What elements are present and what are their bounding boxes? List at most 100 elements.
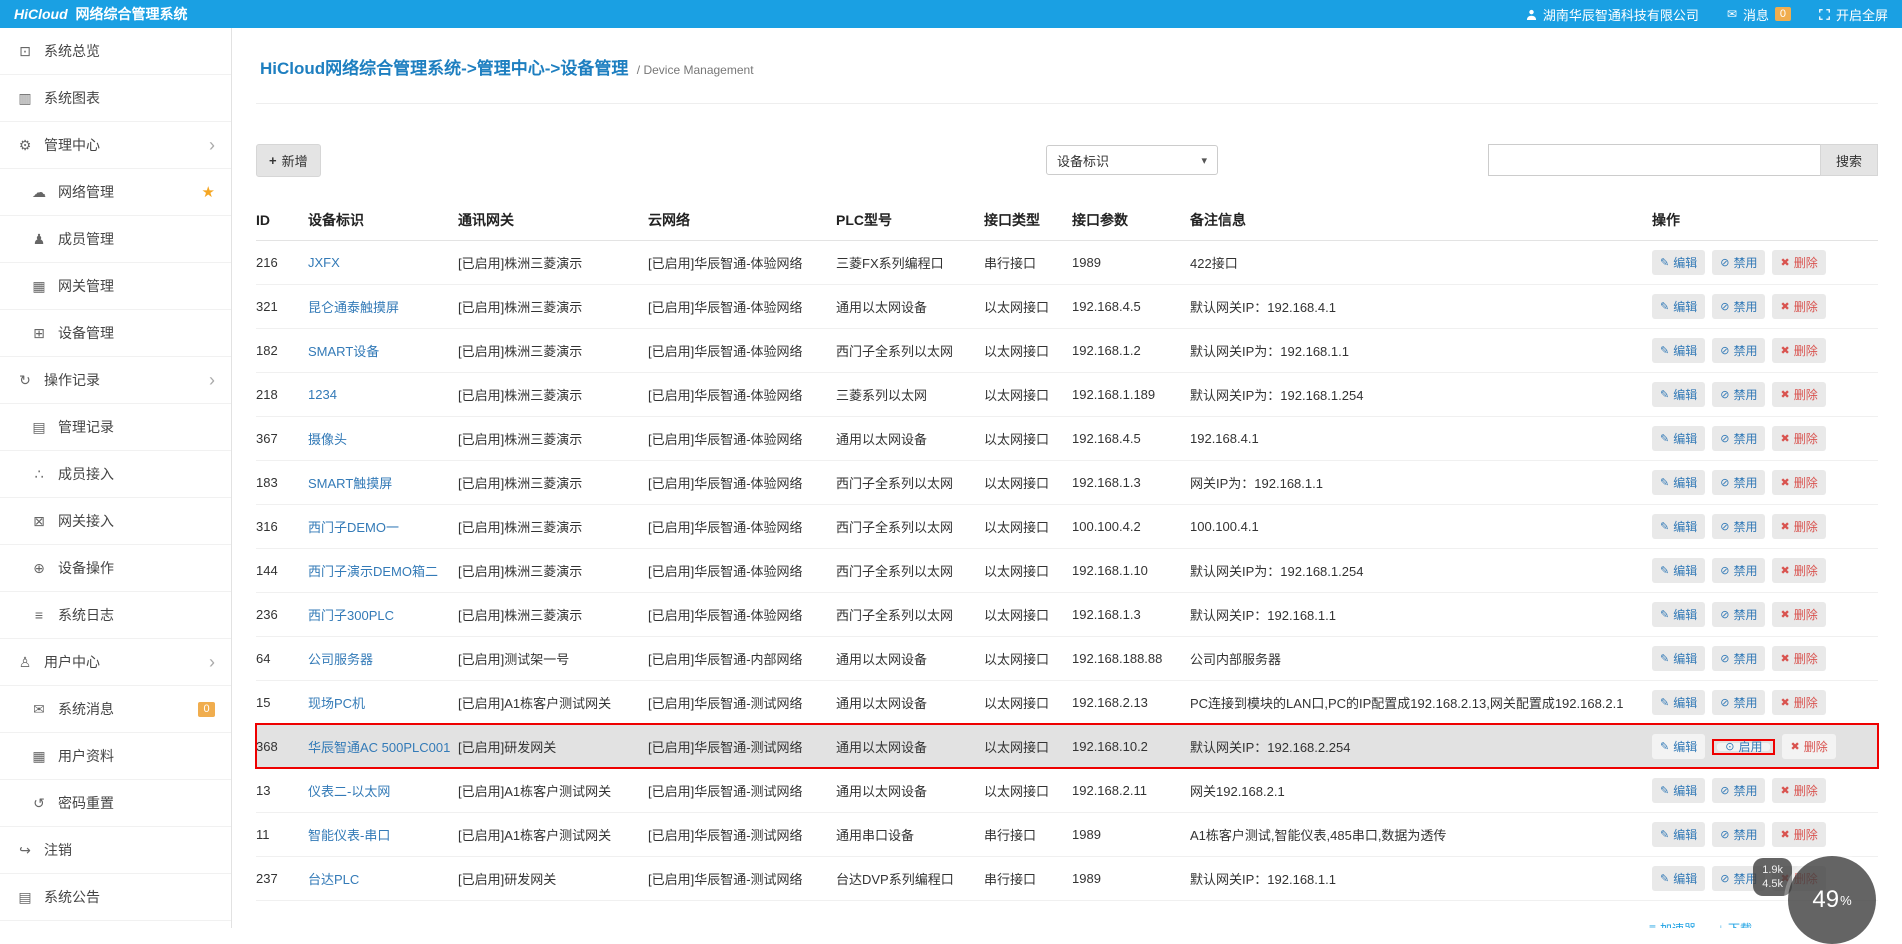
sidebar-item-member-mgmt[interactable]: ♟ 成员管理 [0,216,231,263]
history-icon: ↻ [19,371,31,388]
footer-item-加速器[interactable]: ≡加速器 [1649,917,1696,928]
footer-item-下载[interactable]: ↓下载 [1718,917,1752,928]
edit-button[interactable]: ✎ 编辑 [1652,513,1706,539]
delete-button[interactable]: ✖删除 [1772,601,1826,627]
delete-button[interactable]: ✖删除 [1772,689,1826,715]
disable-button[interactable]: ⊘ 禁用 [1712,821,1766,847]
edit-button[interactable]: ✎ 编辑 [1652,425,1706,451]
device-link[interactable]: 台达PLC [308,872,359,887]
edit-button[interactable]: ✎ 编辑 [1652,469,1706,495]
sidebar-item-gateway-access[interactable]: ⊠ 网关接入 [0,498,231,545]
cell-plc-model: 通用以太网设备 [836,636,984,681]
sidebar-item-user-center[interactable]: ♙ 用户中心 › [0,639,231,686]
annotation-highlight-box: ⊙ 启用 [1712,738,1776,755]
disable-button[interactable]: ⊘ 禁用 [1712,645,1766,671]
delete-button[interactable]: ✖删除 [1772,513,1826,539]
edit-button[interactable]: ✎ 编辑 [1652,337,1706,363]
pencil-icon: ✎ [1660,564,1670,577]
device-link[interactable]: 摄像头 [308,432,347,447]
plus-square-icon: ⊕ [33,559,45,576]
network-speed-widget[interactable]: 1.9k 4.5k [1753,858,1792,896]
device-link[interactable]: 仪表二-以太网 [308,784,390,799]
delete-button[interactable]: ✖删除 [1772,777,1826,803]
page-subtitle: / Device Management [636,63,754,77]
device-link[interactable]: 1234 [308,387,337,402]
device-link[interactable]: 西门子300PLC [308,608,394,623]
device-link[interactable]: 公司服务器 [308,652,373,667]
sidebar-item-network-mgmt[interactable]: ☁ 网络管理 ★ [0,169,231,216]
sidebar-item-password-reset[interactable]: ↺ 密码重置 [0,780,231,827]
disable-button[interactable]: ⊘ 禁用 [1712,469,1766,495]
disable-button[interactable]: ⊘ 禁用 [1712,249,1766,275]
device-link[interactable]: 智能仪表-串口 [308,828,390,843]
delete-button[interactable]: ✖删除 [1782,733,1836,759]
sidebar-item-charts[interactable]: ▥ 系统图表 [0,75,231,122]
delete-button[interactable]: ✖删除 [1772,425,1826,451]
disable-button[interactable]: ⊘ 禁用 [1712,337,1766,363]
delete-button[interactable]: ✖删除 [1772,337,1826,363]
sidebar-item-member-access[interactable]: ∴ 成员接入 [0,451,231,498]
device-link[interactable]: 西门子演示DEMO箱二 [308,564,438,579]
delete-button[interactable]: ✖删除 [1772,381,1826,407]
edit-button[interactable]: ✎ 编辑 [1652,645,1706,671]
disable-button[interactable]: ⊘ 禁用 [1712,293,1766,319]
cell-device-name: SMART触摸屏 [308,460,458,505]
delete-button[interactable]: ✖删除 [1772,293,1826,319]
search-input[interactable] [1487,144,1820,176]
topbar: HiCloud 网络综合管理系统 湖南华辰智通科技有限公司 ✉ 消息 0 开启全… [0,0,1902,28]
sidebar-item-sys-messages[interactable]: ✉ 系统消息 0 [0,686,231,733]
filter-dropdown[interactable]: 设备标识 ▾ [1046,145,1218,175]
sidebar-item-overview[interactable]: ⊡ 系统总览 [0,28,231,75]
device-link[interactable]: JXFX [308,255,340,270]
edit-button[interactable]: ✎ 编辑 [1652,557,1706,583]
edit-button[interactable]: ✎ 编辑 [1652,249,1706,275]
sidebar-item-mgmt-center[interactable]: ⚙ 管理中心 › [0,122,231,169]
disable-button[interactable]: ⊘ 禁用 [1712,601,1766,627]
delete-button[interactable]: ✖删除 [1772,249,1826,275]
sidebar-item-user-profile[interactable]: ▦ 用户资料 [0,733,231,780]
sidebar-item-device-mgmt[interactable]: ⊞ 设备管理 [0,310,231,357]
cell-remark: 422接口 [1190,240,1652,285]
sidebar-item-gateway-mgmt[interactable]: ▦ 网关管理 [0,263,231,310]
disable-button[interactable]: ⊘ 禁用 [1712,425,1766,451]
device-link[interactable]: 华辰智通AC 500PLC001 [308,740,450,755]
cell-port-type: 以太网接口 [984,416,1072,461]
device-link[interactable]: SMART设备 [308,344,379,359]
delete-button[interactable]: ✖删除 [1772,557,1826,583]
sidebar-item-device-ops[interactable]: ⊕ 设备操作 [0,545,231,592]
favorite-star-icon[interactable]: ★ [202,183,215,201]
add-device-button[interactable]: + 新增 [256,143,321,177]
device-link[interactable]: 昆仑通泰触摸屏 [308,300,399,315]
sidebar-item-announcement[interactable]: ▤ 系统公告 [0,874,231,921]
enable-button[interactable]: ⊙ 启用 [1717,741,1771,753]
edit-button[interactable]: ✎ 编辑 [1652,689,1706,715]
disable-button[interactable]: ⊘ 禁用 [1712,381,1766,407]
ban-icon: ⊘ [1720,872,1730,885]
disable-button[interactable]: ⊘ 禁用 [1712,777,1766,803]
search-button[interactable]: 搜索 [1819,144,1878,176]
sidebar-item-logout[interactable]: ↪ 注销 [0,827,231,874]
disable-button[interactable]: ⊘ 禁用 [1712,689,1766,715]
memory-percent-widget[interactable]: 49% [1788,856,1876,944]
edit-button[interactable]: ✎ 编辑 [1652,733,1706,759]
delete-button[interactable]: ✖删除 [1772,645,1826,671]
disable-button[interactable]: ⊘ 禁用 [1712,513,1766,539]
edit-button[interactable]: ✎ 编辑 [1652,381,1706,407]
company-menu[interactable]: 湖南华辰智通科技有限公司 [1526,5,1699,24]
messages-menu[interactable]: ✉ 消息 0 [1727,5,1791,24]
fullscreen-button[interactable]: 开启全屏 [1819,5,1888,24]
edit-button[interactable]: ✎ 编辑 [1652,777,1706,803]
device-link[interactable]: 西门子DEMO一 [308,520,399,535]
device-link[interactable]: SMART触摸屏 [308,476,392,491]
device-link[interactable]: 现场PC机 [308,696,365,711]
edit-button[interactable]: ✎ 编辑 [1652,821,1706,847]
edit-button[interactable]: ✎ 编辑 [1652,601,1706,627]
sidebar-item-syslog[interactable]: ≡ 系统日志 [0,592,231,639]
edit-button[interactable]: ✎ 编辑 [1652,293,1706,319]
delete-button[interactable]: ✖删除 [1772,469,1826,495]
sidebar-item-op-records[interactable]: ↻ 操作记录 › [0,357,231,404]
edit-button[interactable]: ✎ 编辑 [1652,865,1706,891]
delete-button[interactable]: ✖删除 [1772,821,1826,847]
disable-button[interactable]: ⊘ 禁用 [1712,557,1766,583]
sidebar-item-mgmt-records[interactable]: ▤ 管理记录 [0,404,231,451]
